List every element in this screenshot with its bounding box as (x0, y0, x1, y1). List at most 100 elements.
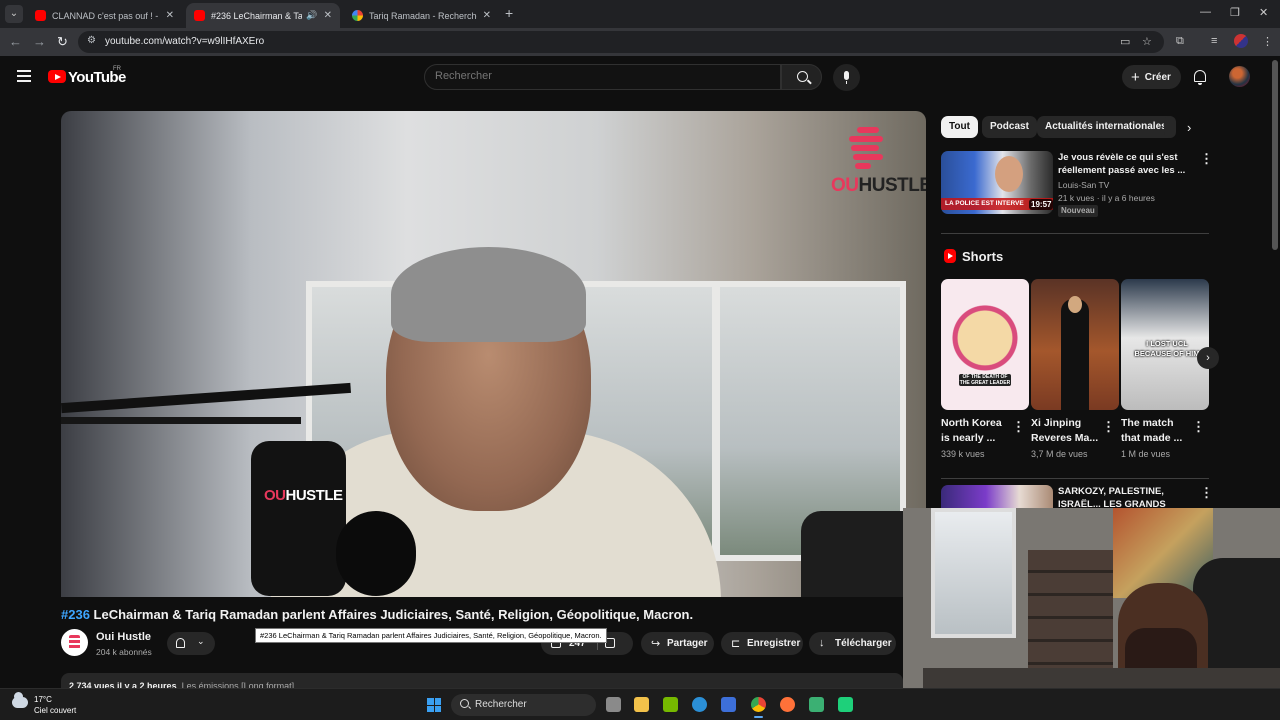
reading-list-icon[interactable]: ≡ (1211, 35, 1217, 47)
tab-title: CLANNAD c'est pas ouf ! - YouT (52, 10, 160, 21)
weather-temperature[interactable]: 17°C (34, 695, 52, 704)
share-button[interactable]: ↪ Partager (641, 632, 714, 655)
recommended-channel-name[interactable]: Louis-San TV (1058, 180, 1109, 190)
short-thumbnail[interactable]: OF THE DEATH OF THE GREAT LEADER (941, 279, 1029, 410)
chip-next-partial[interactable] (1164, 116, 1176, 138)
chevron-right-icon[interactable]: › (1187, 120, 1191, 135)
windows-taskbar: 17°C Ciel couvert Rechercher (0, 688, 1280, 720)
microphone-icon (844, 71, 849, 84)
video-player[interactable]: OUHUSTLE OUHUSTLE (61, 111, 926, 597)
short-caption: OF THE DEATH OF THE GREAT LEADER (959, 374, 1011, 386)
create-label: Créer (1144, 71, 1171, 83)
channel-avatar[interactable] (61, 629, 88, 656)
search-button[interactable] (781, 64, 822, 90)
browser-menu-icon[interactable]: ⋮ (1262, 35, 1273, 48)
cloud-icon[interactable] (12, 692, 28, 708)
bookmark-star-icon[interactable]: ☆ (1142, 35, 1152, 48)
close-icon[interactable]: ✕ (166, 10, 174, 21)
short-views: 1 M de vues (1121, 449, 1171, 459)
short-title[interactable]: North Korea is nearly ... (941, 416, 1013, 446)
more-actions-icon[interactable]: ⋮ (1012, 419, 1025, 435)
profile-avatar-icon[interactable] (1234, 34, 1248, 48)
tab-clannad[interactable]: CLANNAD c'est pas ouf ! - YouT ✕ (27, 3, 182, 28)
close-icon[interactable]: ✕ (324, 10, 332, 21)
chip-world-news[interactable]: Actualités internationales (1037, 116, 1175, 138)
recommended-video-title[interactable]: Je vous révèle ce qui s'est réellement p… (1058, 151, 1193, 177)
channel-name[interactable]: Oui Hustle (96, 631, 151, 643)
more-actions-icon[interactable]: ⋮ (1192, 419, 1205, 435)
store-icon[interactable] (721, 697, 736, 712)
tab-google-search[interactable]: Tariq Ramadan - Recherche Go ✕ (344, 3, 499, 28)
create-button[interactable]: + Créer (1122, 65, 1181, 89)
nvidia-icon[interactable] (663, 697, 678, 712)
webcam-window (931, 508, 1016, 638)
subscription-notifications-button[interactable]: ⌄ (167, 632, 215, 655)
search-box[interactable] (424, 64, 781, 90)
forward-button[interactable]: → (33, 34, 46, 49)
channel-watermark: OUHUSTLE (831, 175, 926, 196)
short-title[interactable]: The match that made ... (1121, 416, 1193, 446)
file-explorer-icon[interactable] (634, 697, 649, 712)
close-window-button[interactable]: ✕ (1259, 6, 1268, 19)
pop-filter (336, 511, 416, 596)
menu-icon[interactable] (17, 70, 31, 82)
video-hashtag[interactable]: #236 (61, 607, 90, 622)
recommended-video-thumbnail[interactable] (941, 485, 1053, 509)
tab-current-video[interactable]: #236 LeChairman & Tariq R 🔊 ✕ (186, 3, 340, 28)
voice-search-button[interactable] (833, 64, 860, 91)
close-icon[interactable]: ✕ (483, 10, 491, 21)
short-thumbnail[interactable]: I LOST UCL BECAUSE OF HIM (1121, 279, 1209, 410)
short-title[interactable]: Xi Jinping Reveres Ma... (1031, 416, 1103, 446)
back-button[interactable]: ← (9, 34, 22, 49)
restore-button[interactable]: ❐ (1230, 6, 1240, 19)
url-text[interactable]: youtube.com/watch?v=w9lIHfAXEro (105, 36, 264, 47)
speaker-icon[interactable]: 🔊 (306, 10, 317, 21)
podcast-microphone (251, 441, 346, 596)
short-thumbnail[interactable] (1031, 279, 1119, 410)
youtube-favicon-icon (194, 10, 205, 21)
app-icon[interactable] (809, 697, 824, 712)
save-label: Enregistrer (747, 638, 801, 649)
youtube-logo-icon[interactable] (48, 70, 66, 83)
extensions-icon[interactable]: ⧉ (1176, 35, 1184, 48)
page-scrollbar[interactable] (1272, 60, 1278, 250)
app-icon[interactable] (838, 697, 853, 712)
more-actions-icon[interactable]: ⋮ (1200, 151, 1213, 167)
video-duration: 19:57 (1029, 199, 1054, 210)
microphone-brand-label: OUHUSTLE (264, 487, 343, 504)
reload-button[interactable]: ↻ (57, 34, 68, 50)
account-avatar[interactable] (1229, 66, 1250, 87)
recommended-video-title[interactable]: SARKOZY, PALESTINE, ISRAËL... LES GRANDS… (1058, 485, 1198, 509)
taskbar-search[interactable]: Rechercher (451, 694, 596, 716)
new-tab-button[interactable]: + (505, 5, 513, 21)
taskbar-search-label: Rechercher (475, 699, 527, 710)
site-info-icon[interactable]: ⚙ (87, 35, 96, 46)
edge-icon[interactable] (692, 697, 707, 712)
chrome-icon[interactable] (751, 697, 766, 718)
more-actions-icon[interactable]: ⋮ (1102, 419, 1115, 435)
save-button[interactable]: ⊏ Enregistrer (721, 632, 803, 655)
chip-podcast[interactable]: Podcast (982, 116, 1037, 138)
address-bar[interactable]: ⚙ youtube.com/watch?v=w9lIHfAXEro ▭ ☆ (78, 31, 1164, 53)
tab-title: Tariq Ramadan - Recherche Go (369, 10, 477, 21)
cast-icon[interactable]: ▭ (1120, 35, 1130, 48)
ouhustle-logo-icon (849, 127, 883, 169)
task-view-icon[interactable] (606, 697, 621, 712)
shorts-next-button[interactable]: › (1197, 347, 1219, 369)
search-icon (797, 71, 808, 82)
more-actions-icon[interactable]: ⋮ (1200, 485, 1213, 501)
download-icon: ↓ (819, 637, 825, 649)
video-title-text: LeChairman & Tariq Ramadan parlent Affai… (89, 607, 694, 622)
search-input[interactable] (435, 70, 765, 82)
minimize-button[interactable]: — (1200, 6, 1211, 18)
section-divider (941, 478, 1209, 479)
windows-start-icon[interactable] (427, 698, 441, 712)
chip-all[interactable]: Tout (941, 116, 978, 138)
weather-description[interactable]: Ciel couvert (34, 706, 76, 715)
download-button[interactable]: ↓ Télécharger (809, 632, 896, 655)
notifications-bell-icon[interactable] (1194, 70, 1206, 85)
short-figure (1061, 296, 1089, 410)
tab-search-button[interactable]: ⌄ (5, 5, 23, 23)
firefox-icon[interactable] (780, 697, 795, 712)
plus-icon: + (1131, 68, 1140, 86)
